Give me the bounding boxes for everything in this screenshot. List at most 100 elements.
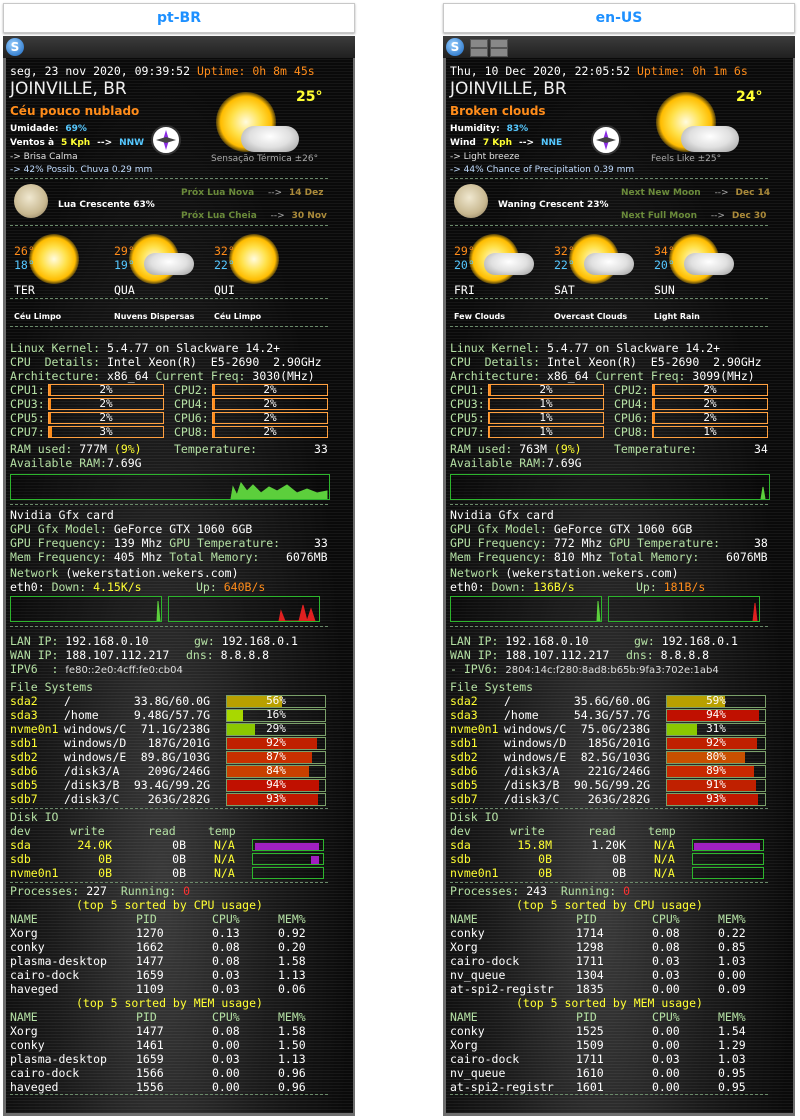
process-name: at-spi2-registr [450,982,554,996]
processes-label: Processes: [10,884,80,898]
disk-io-title: Disk IO [10,810,59,824]
taskbar-button[interactable] [470,39,488,48]
separator [10,298,328,299]
up-line: Up: 640B/s [196,580,265,594]
separator [10,1094,328,1095]
process-table-header: MEM% [278,912,306,926]
fs-mount: /disk3/A [504,764,559,778]
precipitation: -> 42% Possib. Chuva 0.29 mm [10,165,153,175]
disk-write-value: 0B [98,852,112,866]
fs-mount: windows/E [504,750,566,764]
disk-io-graph [252,867,324,879]
process-table-header: PID [136,1010,157,1024]
process-cpu: 0.00 [652,1024,680,1038]
gpu-freq-label: GPU Frequency: [450,536,547,550]
process-mem: 1.13 [278,1052,306,1066]
ipv6-address: fe80::2e0:4cff:fe0:cb04 [65,665,183,676]
cpu-core-label: CPU5: [450,411,485,425]
kernel-value: 5.4.77 on Slackware 14.2+ [106,341,281,355]
fs-title-line: File Systems [450,680,533,694]
forecast-day: TER [14,283,35,297]
fs-usage-percent: 92% [706,736,726,749]
process-table-header: CPU% [212,912,240,926]
fs-device: nvme0n1 [450,722,499,736]
disk-read: 0B [116,838,186,852]
process-mem: 0.95 [718,1080,746,1094]
process-name: Xorg [10,1024,38,1038]
process-name: haveged [10,982,59,996]
fs-usage-bar: 93% [666,792,766,806]
taskbar-button[interactable] [490,48,508,57]
fs-mount-point: /disk3/B [504,778,560,792]
disk-head-write: write [510,824,545,838]
fs-usage: 9.48G/57.7G [130,708,210,722]
fs-usage: 263G/282G [570,792,650,806]
cpu-core-value: 2% [99,383,113,396]
down-label: Down: [491,580,527,594]
fs-mount: windows/D [64,736,126,750]
fs-mount-point: /disk3/A [504,764,560,778]
download-graph [10,596,162,622]
separator [450,178,768,179]
total-mem-value-line: 6076MB [286,550,328,564]
cpu-core-row: CPU2: [614,383,649,397]
ram-percent: (9%) [553,442,582,456]
process-name: conky [10,940,45,954]
taskbar-button[interactable] [470,48,488,57]
download-graph [450,596,602,622]
gpu-model-line: GPU Gfx Model: GeForce GTX 1060 6GB [10,522,252,536]
disk-write: 24.0K [36,838,112,852]
forecast-low-temp: 20° [454,258,475,272]
process-table-header: CPU% [652,912,680,926]
forecast-description: Few Clouds [454,312,506,321]
gfx-title-line: Nvidia Gfx card [10,508,114,522]
process-row: nv_queue [450,968,505,982]
disk-read-value: 0B [172,838,186,852]
iface-name: eth0: [10,580,45,594]
fs-mount: windows/C [64,722,126,736]
process-cpu: 0.00 [212,1080,240,1094]
process-cpu: 0.08 [652,926,680,940]
arch-value: x86_64 [106,369,149,383]
cpu-core-row: CPU4: [174,397,209,411]
next-new-moon-label: Next New Moon [621,188,701,198]
start-menu-icon[interactable]: S [446,38,464,56]
down-value: 4.15K/s [93,580,142,594]
fs-row: sda2 [10,694,38,708]
process-row: conky [10,1038,45,1052]
disk-head-write: write [70,824,105,838]
process-mem: 0.92 [278,926,306,940]
fs-mount-point: windows/C [504,722,567,736]
fs-usage-value: 221G/246G [587,764,650,778]
total-mem-value: 6076MB [286,550,328,564]
gfx-title-line: Nvidia Gfx card [450,508,554,522]
separator [10,626,328,627]
taskbar-button[interactable] [490,39,508,48]
wind-direction: NNE [540,138,563,148]
wind-label: Wind [450,138,476,148]
process-mem: 1.58 [278,1024,306,1038]
process-cpu: 0.00 [652,1024,680,1038]
fs-row: sdb7 [10,792,38,806]
process-mem: 1.50 [278,1038,306,1052]
ipv6-label: IPV6 : [10,662,59,676]
fs-row: sdb2 [10,750,38,764]
forecast-desc: Few Clouds [454,308,505,324]
fs-usage-bar: 91% [666,778,766,792]
disk-head-read: read [588,824,616,838]
dns-ip: 8.8.8.8 [220,648,270,662]
temperature-label: Temperature: [614,442,698,456]
col-pid: PID [576,1010,597,1024]
cpu-core-label: CPU3: [10,397,45,411]
fs-mount-point: /disk3/A [64,764,120,778]
disk-write-value: 0B [538,852,552,866]
processes-label: Processes: [450,884,520,898]
process-table-header: CPU% [652,1010,680,1024]
hostname: (wekerstation.wekers.com) [505,566,679,580]
start-menu-icon[interactable]: S [6,38,24,56]
process-pid: 1711 [576,1052,604,1066]
fs-mount: /home [504,708,539,722]
fs-row: sdb1 [450,736,478,750]
fs-usage: 263G/282G [130,792,210,806]
arrow: --> [710,211,725,221]
